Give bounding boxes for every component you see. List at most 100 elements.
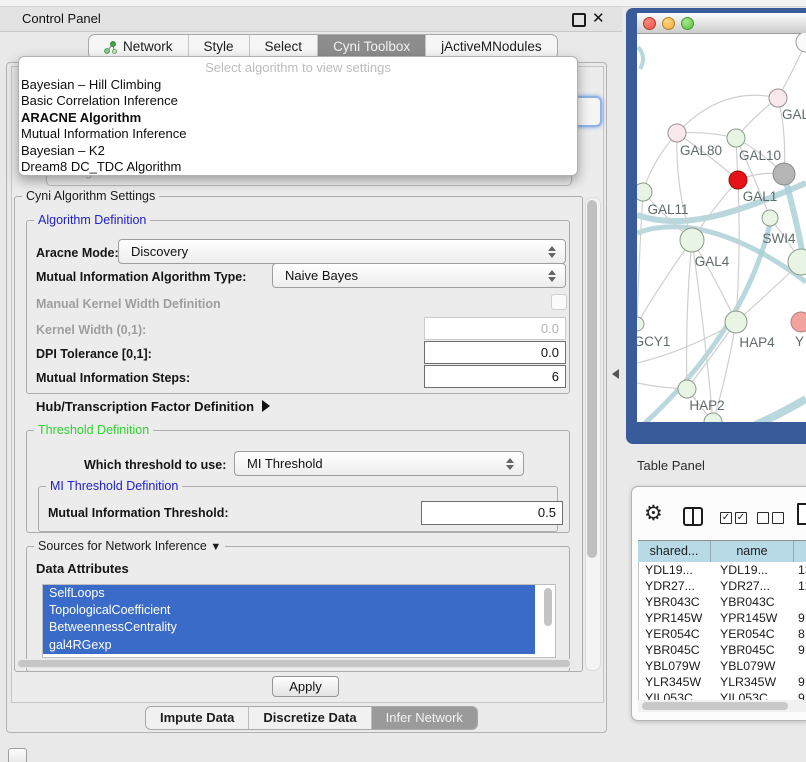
- network-node[interactable]: [773, 163, 795, 185]
- column-header-shared[interactable]: shared...: [638, 541, 711, 562]
- attribute-item-betweennesscentrality[interactable]: BetweennessCentrality: [43, 619, 535, 636]
- column-header-name[interactable]: name: [711, 541, 794, 562]
- table-row[interactable]: YDL19...YDL19...13: [639, 562, 806, 578]
- algorithm-option-bayesian-hill-climbing[interactable]: Bayesian – Hill Climbing: [21, 77, 575, 93]
- close-icon[interactable]: ✕: [592, 9, 605, 29]
- network-edge[interactable]: [638, 47, 643, 69]
- table-row[interactable]: YBR043CYBR043C: [639, 594, 806, 610]
- mac-close-button[interactable]: [643, 17, 656, 30]
- node-label-gal80: GAL80: [680, 143, 722, 158]
- table-row[interactable]: YIL053CYIL053C9: [639, 690, 806, 700]
- algorithm-option-aracne-algorithm[interactable]: ARACNE Algorithm: [21, 110, 575, 126]
- network-edge[interactable]: [677, 95, 778, 133]
- mi-type-value: Naive Bayes: [285, 264, 358, 287]
- scrollbar-thumb[interactable]: [642, 702, 788, 710]
- node-label-gal11: GAL11: [647, 202, 688, 217]
- network-window-titlebar[interactable]: [637, 13, 806, 34]
- column-header-clipped[interactable]: [794, 541, 806, 562]
- mac-zoom-button[interactable]: [681, 17, 694, 30]
- mi-threshold-field[interactable]: 0.5: [421, 501, 563, 525]
- network-icon: [104, 41, 117, 54]
- network-node-gal1[interactable]: [729, 171, 747, 189]
- select-all-icon[interactable]: ✓: [735, 512, 747, 524]
- mac-minimize-button[interactable]: [662, 17, 675, 30]
- aracne-mode-value: Discovery: [131, 240, 188, 263]
- attr-items: SelfLoopsTopologicalCoefficientBetweenne…: [43, 585, 555, 654]
- network-edge[interactable]: [637, 240, 692, 324]
- table-row[interactable]: YBR045CYBR045C9.: [639, 642, 806, 658]
- hub-definition-label: Hub/Transcription Factor Definition: [36, 399, 254, 414]
- table-header: shared...name: [638, 540, 806, 563]
- network-node-hap4[interactable]: [725, 311, 747, 333]
- table-row[interactable]: YLR345WYLR345W9.: [639, 674, 806, 690]
- bottom-tab-discretize-data[interactable]: Discretize Data: [248, 707, 370, 729]
- popup-items: Bayesian – Hill ClimbingBasic Correlatio…: [21, 77, 575, 175]
- minimized-panel-icon[interactable]: [8, 748, 27, 762]
- apply-button[interactable]: Apply: [272, 676, 339, 697]
- gear-icon[interactable]: ⚙: [644, 503, 663, 525]
- mi-type-combo[interactable]: Naive Bayes: [272, 263, 566, 288]
- network-edge[interactable]: [687, 240, 692, 389]
- network-node-swi4[interactable]: [762, 210, 778, 226]
- bottom-tab-infer-network[interactable]: Infer Network: [371, 707, 477, 729]
- network-node-y[interactable]: [791, 312, 806, 332]
- select-all-icon[interactable]: ✓: [720, 512, 732, 524]
- split-panel-icon[interactable]: [683, 507, 703, 526]
- deselect-all-icon[interactable]: [772, 512, 784, 524]
- table-cell: YER054C: [639, 626, 712, 642]
- table-row[interactable]: YDR27...YDR27...12: [639, 578, 806, 594]
- attribute-item-selfloops[interactable]: SelfLoops: [43, 585, 535, 602]
- threshold-definition-title: Threshold Definition: [34, 423, 153, 437]
- network-node-gal4[interactable]: [680, 228, 704, 252]
- network-canvas[interactable]: GALGAL80GAL10GAL1GAL11SWI4GAL4GCY1HAP4YH…: [637, 33, 806, 422]
- network-edge[interactable]: [687, 322, 736, 389]
- hub-definition-toggle[interactable]: Hub/Transcription Factor Definition: [36, 399, 270, 414]
- network-node-gal11[interactable]: [637, 183, 652, 201]
- mi-steps-field[interactable]: 6: [424, 365, 566, 388]
- network-edge[interactable]: [643, 133, 677, 192]
- network-edge[interactable]: [637, 192, 643, 323]
- kernel-width-field[interactable]: 0.0: [424, 317, 566, 340]
- algorithm-option-dream8-dc-tdc-algorithm[interactable]: Dream8 DC_TDC Algorithm: [21, 159, 575, 175]
- panel-splitter-arrow[interactable]: [612, 369, 619, 379]
- table-cell: 9.: [795, 642, 806, 658]
- node-label-gal: GAL: [782, 107, 806, 122]
- scrollbar-thumb[interactable]: [18, 660, 570, 667]
- network-node-gal[interactable]: [769, 89, 787, 107]
- table-cell: 9: [795, 690, 806, 700]
- float-icon[interactable]: [572, 13, 586, 27]
- manual-kernel-checkbox[interactable]: [551, 294, 567, 310]
- network-edge[interactable]: [755, 399, 806, 422]
- algorithm-option-basic-correlation-inference[interactable]: Basic Correlation Inference: [21, 93, 575, 109]
- algorithm-definition-title: Algorithm Definition: [34, 213, 150, 227]
- dpi-tolerance-field[interactable]: 0.0: [424, 341, 566, 364]
- table-row[interactable]: YBL079WYBL079W: [639, 658, 806, 674]
- network-edge[interactable]: [692, 240, 736, 322]
- table-row[interactable]: YER054CYER054C8.: [639, 626, 806, 642]
- aracne-mode-combo[interactable]: Discovery: [118, 239, 566, 264]
- network-node-gcy1[interactable]: [637, 317, 644, 331]
- list-scrollbar-thumb[interactable]: [544, 588, 552, 626]
- deselect-all-icon[interactable]: [757, 512, 769, 524]
- algorithm-option-bayesian-k2[interactable]: Bayesian – K2: [21, 143, 575, 159]
- sources-group-title[interactable]: Sources for Network Inference ▼: [34, 539, 225, 553]
- network-node-gal10[interactable]: [727, 129, 745, 147]
- data-attributes-list[interactable]: SelfLoopsTopologicalCoefficientBetweenne…: [42, 584, 556, 658]
- attribute-item-topologicalcoefficient[interactable]: TopologicalCoefficient: [43, 602, 535, 619]
- expanded-arrow-icon: ▼: [210, 541, 221, 553]
- popup-placeholder: Select algorithm to view settings: [19, 60, 577, 75]
- attribute-item-gal4rgexp[interactable]: gal4RGexp: [43, 637, 535, 654]
- settings-horizontal-scrollbar[interactable]: [16, 659, 577, 668]
- network-node-gal80[interactable]: [668, 124, 686, 142]
- network-node-hap2[interactable]: [678, 380, 696, 398]
- which-threshold-combo[interactable]: MI Threshold: [234, 451, 524, 476]
- network-node[interactable]: [796, 33, 806, 52]
- scrollbar-thumb[interactable]: [587, 200, 597, 558]
- table-row[interactable]: YPR145WYPR145W9.: [639, 610, 806, 626]
- algorithm-option-mutual-information-inference[interactable]: Mutual Information Inference: [21, 126, 575, 142]
- settings-vertical-scrollbar[interactable]: [585, 197, 601, 671]
- table-horizontal-scrollbar[interactable]: [638, 700, 806, 712]
- node-label-y: Y: [795, 334, 804, 349]
- document-icon[interactable]: [797, 503, 806, 525]
- bottom-tab-impute-data[interactable]: Impute Data: [146, 707, 248, 729]
